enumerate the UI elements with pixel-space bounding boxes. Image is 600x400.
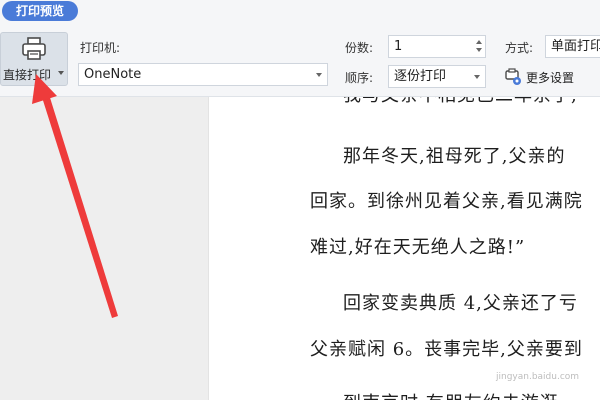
chevron-down-icon [474,75,480,79]
document-preview-page[interactable]: 我与父亲不相见已二年余了, 那年冬天,祖母死了,父亲的 回家。到徐州见着父亲,看… [208,97,600,400]
chevron-down-icon [316,73,322,77]
copies-stepper[interactable]: 1 [388,35,486,58]
watermark: jingyan.baidu.com [496,372,580,382]
copies-label: 份数: [345,41,374,55]
document-line: 回家变卖典质 4,父亲还了亏 [343,293,578,314]
print-preview-tab[interactable]: 打印预览 [2,1,78,21]
stepper-arrows-icon[interactable] [475,38,483,55]
document-line: 父亲赋闲 6。丧事完毕,父亲要到 [310,339,583,360]
chevron-down-icon[interactable] [58,71,64,75]
document-line: 到南京时,有朋友约去游逛 [343,389,559,400]
printer-select[interactable]: OneNote [78,63,328,86]
settings-icon [505,68,521,85]
more-settings-button[interactable]: 更多设置 [504,66,594,88]
preview-side-area [0,97,208,400]
order-value: 逐份打印 [394,69,447,84]
order-label: 顺序: [345,71,374,85]
order-select[interactable]: 逐份打印 [388,65,486,88]
copies-value: 1 [394,39,403,54]
mode-label: 方式: [505,41,534,55]
printer-value: OneNote [84,67,142,82]
document-line: 回家。到徐州见着父亲,看见满院 [310,191,583,212]
printer-label: 打印机: [80,41,121,55]
direct-print-label: 直接打印 [3,68,52,82]
printer-icon [22,37,46,60]
document-line: 那年冬天,祖母死了,父亲的 [343,146,566,167]
mode-value: 单面打印 [551,39,600,54]
document-line: 我与父亲不相见已二年余了, [343,97,578,107]
more-settings-label: 更多设置 [526,71,575,85]
print-preview-toolbar: 打印预览 直接打印 打印机: OneNote 份数: 1 顺序: 逐份打印 方式… [0,0,600,97]
document-line: 难过,好在天无绝人之路!” [310,237,526,258]
direct-print-button[interactable]: 直接打印 [0,32,68,86]
mode-select[interactable]: 单面打印 [545,35,600,58]
